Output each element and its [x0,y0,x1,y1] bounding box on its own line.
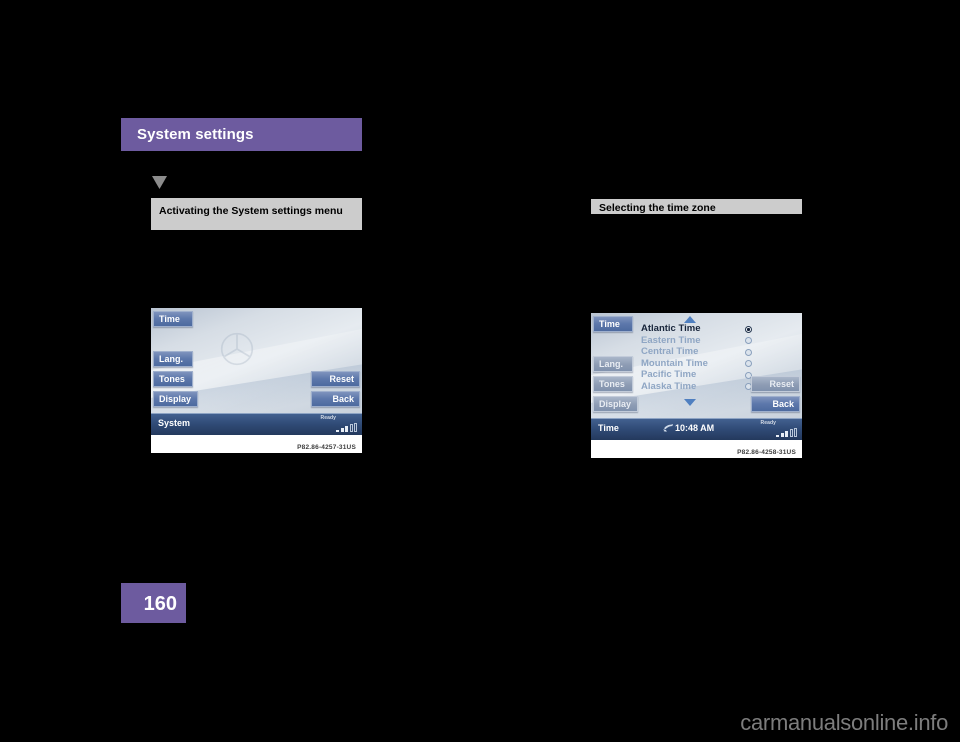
softkey-lang[interactable]: Lang. [153,351,193,367]
funnel-wedge-icon [152,176,167,189]
signal-strength-icon [776,428,797,437]
signal-strength-icon [336,423,357,432]
list-item[interactable]: Mountain Time [641,358,761,370]
time-zone-label: Mountain Time [641,357,708,369]
phone-handset-icon [663,424,673,432]
screen-status-bar: Time 10:48 AM Ready [591,418,802,440]
head-unit-screen-timezone: Atlantic Time Eastern Time Central Time … [591,313,802,440]
triangle-up-icon[interactable] [684,316,696,323]
time-zone-label: Central Time [641,346,699,357]
page-number: 160 [143,593,177,615]
softkey-tones[interactable]: Tones [593,376,633,392]
manual-page: System settings Activating the System se… [0,0,960,742]
radio-button[interactable] [745,337,752,344]
radio-button[interactable] [745,360,752,367]
section-heading-selecting-time-zone: Selecting the time zone [591,199,802,214]
status-bar-label: System [158,418,191,428]
list-item[interactable]: Alaska Time [641,381,761,393]
list-item[interactable]: Pacific Time [641,369,761,381]
list-item[interactable]: Central Time [641,346,761,358]
softkey-lang[interactable]: Lang. [593,356,633,372]
chapter-heading-bar: System settings [121,118,362,151]
figure-system-settings-menu: Time Lang. Tones Display Reset Back Syst… [151,308,362,453]
status-bar-clock: 10:48 AM [663,423,714,433]
time-zone-label: Alaska Time [641,380,697,392]
clock-text: 10:48 AM [675,423,715,433]
time-zone-label: Eastern Time [641,334,701,346]
section-heading-activating-system-settings: Activating the System settings menu [151,198,362,230]
softkey-time[interactable]: Time [153,311,193,327]
time-zone-list[interactable]: Atlantic Time Eastern Time Central Time … [641,323,761,392]
status-ready-label: Ready [320,415,336,421]
softkey-reset[interactable]: Reset [751,376,800,392]
time-zone-label: Atlantic Time [641,323,701,334]
softkey-tones[interactable]: Tones [153,371,193,387]
figure-caption-right: P82.86-4258-31US [737,449,796,456]
status-bar-label: Time [598,423,619,433]
mercedes-star-icon [220,332,254,366]
head-unit-screen-system: Time Lang. Tones Display Reset Back Syst… [151,308,362,435]
radio-button[interactable] [745,348,752,356]
list-item[interactable]: Atlantic Time [641,323,761,335]
figure-caption-left: P82.86-4257-31US [297,444,356,451]
softkey-reset[interactable]: Reset [311,371,360,387]
triangle-down-icon[interactable] [684,399,696,406]
softkey-display[interactable]: Display [593,396,638,412]
site-watermark: carmanualsonline.info [740,710,948,735]
softkey-time[interactable]: Time [593,316,633,332]
softkey-display[interactable]: Display [153,391,198,407]
list-item[interactable]: Eastern Time [641,335,761,347]
softkey-back[interactable]: Back [751,396,800,412]
figure-time-zone-selection: Atlantic Time Eastern Time Central Time … [591,313,802,458]
page-number-badge: 160 [121,583,186,623]
radio-button[interactable] [745,325,752,333]
status-ready-label: Ready [760,420,776,426]
softkey-back[interactable]: Back [311,391,360,407]
screen-status-bar: System Ready [151,413,362,435]
chapter-title: System settings [137,126,254,143]
time-zone-label: Pacific Time [641,369,697,380]
